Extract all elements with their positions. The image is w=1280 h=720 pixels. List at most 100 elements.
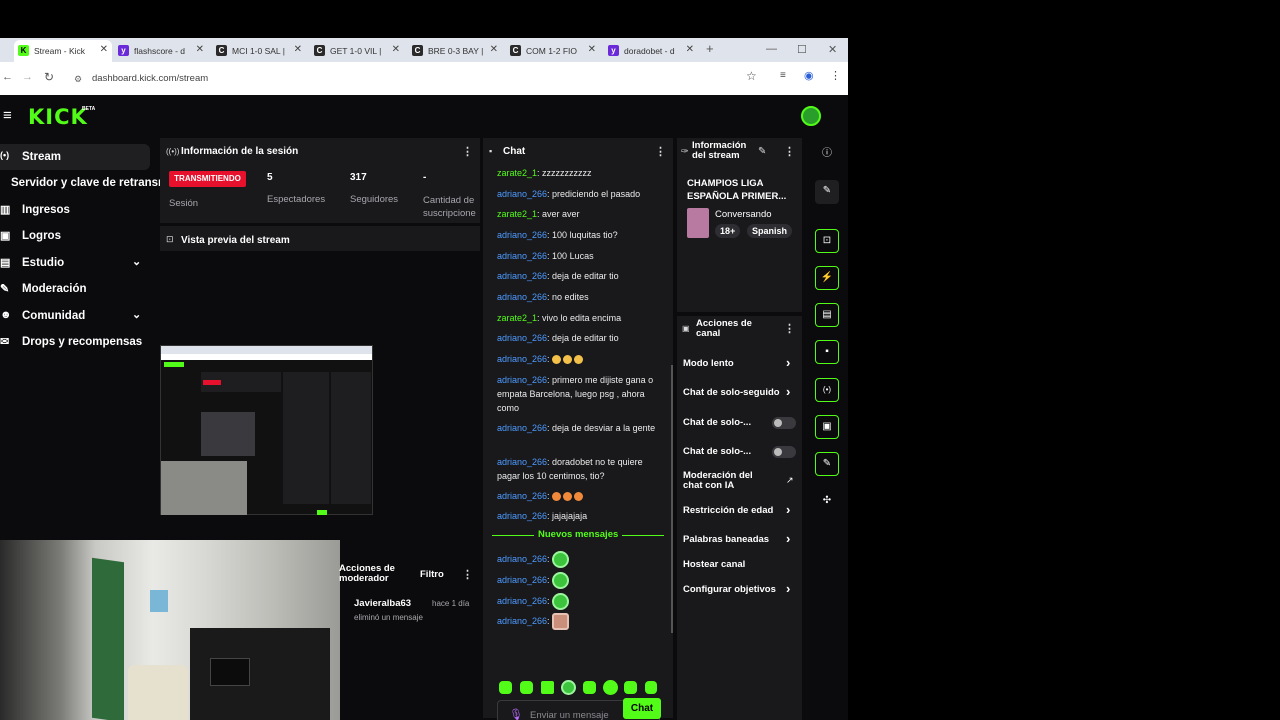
- chat-toggle-icon[interactable]: ▪: [815, 340, 839, 364]
- sidebar-item-stream[interactable]: (•) Stream: [0, 144, 150, 170]
- mod-menu-icon[interactable]: ⋮: [462, 568, 473, 581]
- external-link-icon[interactable]: ↗: [786, 475, 794, 486]
- emote-icon[interactable]: [561, 680, 576, 695]
- sidebar-item-estudio[interactable]: ▤ Estudio ⌄: [0, 250, 150, 276]
- action-set-goals[interactable]: Configurar objetivos: [683, 584, 776, 595]
- tab-mci-sal[interactable]: C MCI 1-0 SAL | ✕: [212, 40, 306, 62]
- tab-get-vil[interactable]: C GET 1-0 VIL | ✕: [310, 40, 404, 62]
- chat-username[interactable]: adriano_266: [497, 554, 547, 564]
- more-widgets-icon[interactable]: ✣: [815, 490, 839, 514]
- chat-username[interactable]: adriano_266: [497, 375, 547, 385]
- sidebar-item-ingresos[interactable]: ▥ Ingresos: [0, 197, 150, 223]
- session-menu-icon[interactable]: ⋮: [462, 145, 473, 158]
- tab-bre-bay[interactable]: C BRE 0-3 BAY | ✕: [408, 40, 502, 62]
- back-icon[interactable]: ←: [2, 71, 13, 83]
- close-tab-icon[interactable]: ✕: [686, 44, 694, 55]
- chat-input-placeholder[interactable]: Enviar un mensaje: [530, 710, 609, 720]
- chat-username[interactable]: adriano_266: [497, 511, 547, 521]
- chat-username[interactable]: adriano_266: [497, 354, 547, 364]
- action-followers-only[interactable]: Chat de solo-seguido: [683, 387, 780, 398]
- tab-flashscore[interactable]: y flashscore - d ✕: [114, 40, 208, 62]
- emote-icon[interactable]: [520, 681, 533, 694]
- maximize-icon[interactable]: ☐: [797, 43, 807, 56]
- chat-username[interactable]: adriano_266: [497, 596, 547, 606]
- emote-icon[interactable]: [541, 681, 554, 694]
- channel-actions-menu-icon[interactable]: ⋮: [784, 322, 795, 335]
- chat-username[interactable]: adriano_266: [497, 230, 547, 240]
- close-tab-icon[interactable]: ✕: [196, 44, 204, 55]
- category-thumbnail[interactable]: [687, 208, 709, 238]
- mod-actions-toggle-icon[interactable]: ▣: [815, 415, 839, 439]
- chat-username[interactable]: adriano_266: [497, 271, 547, 281]
- tag-18plus[interactable]: 18+: [715, 224, 741, 238]
- url-field[interactable]: ⚙ dashboard.kick.com/stream: [68, 68, 808, 90]
- chat-username[interactable]: adriano_266: [497, 423, 547, 433]
- minimize-icon[interactable]: —: [766, 43, 777, 55]
- chevron-right-icon[interactable]: ›: [786, 531, 790, 546]
- close-tab-icon[interactable]: ✕: [294, 44, 302, 55]
- chat-username[interactable]: adriano_266: [497, 333, 547, 343]
- close-tab-icon[interactable]: ✕: [392, 44, 400, 55]
- new-tab-button[interactable]: +: [706, 41, 714, 56]
- emote-icon[interactable]: [645, 681, 657, 694]
- action-banned-words[interactable]: Palabras baneadas: [683, 534, 769, 545]
- close-window-icon[interactable]: ✕: [828, 43, 837, 56]
- emote-icon[interactable]: [499, 681, 512, 694]
- emote-only-toggle[interactable]: [772, 446, 796, 458]
- chat-username[interactable]: adriano_266: [497, 457, 547, 467]
- chat-username[interactable]: zarate2_1: [497, 313, 537, 323]
- wrench-icon[interactable]: ✎: [815, 452, 839, 476]
- chat-scrollbar[interactable]: [671, 365, 673, 633]
- chevron-right-icon[interactable]: ›: [786, 355, 790, 370]
- subs-only-toggle[interactable]: [772, 417, 796, 429]
- sidebar-item-moderacion[interactable]: ✎ Moderación: [0, 276, 150, 302]
- broadcast-toggle-icon[interactable]: (•): [815, 378, 839, 402]
- lightning-icon[interactable]: ⚡: [815, 266, 839, 290]
- emote-icon[interactable]: [624, 681, 637, 694]
- menu-kebab-icon[interactable]: ⋮: [830, 69, 841, 82]
- tab-stream-kick[interactable]: K Stream - Kick ✕: [14, 40, 112, 62]
- tab-doradobet[interactable]: y doradobet - d ✕: [604, 40, 698, 62]
- chat-username[interactable]: adriano_266: [497, 251, 547, 261]
- stream-info-menu-icon[interactable]: ⋮: [784, 145, 795, 158]
- chat-username[interactable]: adriano_266: [497, 616, 547, 626]
- sidebar-item-drops[interactable]: ✉ Drops y recompensas: [0, 329, 150, 355]
- reload-icon[interactable]: ↻: [44, 70, 54, 84]
- action-ai-moderation[interactable]: Moderación del chat con IA: [683, 471, 773, 491]
- emote-icon[interactable]: [603, 680, 618, 695]
- tab-search-icon[interactable]: ≡: [780, 70, 786, 81]
- stream-preview-video[interactable]: [160, 345, 373, 515]
- emote-icon[interactable]: [583, 681, 596, 694]
- action-age-restriction[interactable]: Restricción de edad: [683, 505, 773, 516]
- sidebar-item-logros[interactable]: ▣ Logros: [0, 223, 150, 249]
- chat-username[interactable]: adriano_266: [497, 189, 547, 199]
- close-tab-icon[interactable]: ✕: [588, 44, 596, 55]
- new-messages-label[interactable]: Nuevos mensajes: [538, 529, 618, 540]
- tab-com-fio[interactable]: C COM 1-2 FIO ✕: [506, 40, 600, 62]
- chevron-down-icon[interactable]: ⌄: [132, 255, 141, 268]
- chat-username[interactable]: adriano_266: [497, 575, 547, 585]
- edit-icon[interactable]: ✎: [815, 180, 839, 204]
- chat-username[interactable]: zarate2_1: [497, 209, 537, 219]
- edit-pencil-icon[interactable]: ✎: [758, 146, 766, 157]
- sidebar-item-comunidad[interactable]: ☻ Comunidad ⌄: [0, 303, 150, 329]
- profile-icon[interactable]: ◉: [804, 69, 814, 82]
- user-avatar[interactable]: [801, 106, 821, 126]
- notes-icon[interactable]: ▤: [815, 303, 839, 327]
- info-icon[interactable]: ⓘ: [815, 143, 839, 167]
- action-subs-only[interactable]: Chat de solo-...: [683, 417, 751, 428]
- tag-language[interactable]: Spanish: [747, 224, 793, 238]
- chevron-right-icon[interactable]: ›: [786, 384, 790, 399]
- site-info-icon[interactable]: ⚙: [74, 68, 82, 90]
- chat-username[interactable]: adriano_266: [497, 491, 547, 501]
- chevron-down-icon[interactable]: ⌄: [132, 308, 141, 321]
- mod-log-user[interactable]: Javieralba63: [354, 598, 411, 609]
- bookmark-star-icon[interactable]: ☆: [746, 69, 757, 83]
- chat-username[interactable]: adriano_266: [497, 292, 547, 302]
- close-tab-icon[interactable]: ✕: [100, 44, 108, 55]
- action-slow-mode[interactable]: Modo lento: [683, 358, 734, 369]
- chevron-right-icon[interactable]: ›: [786, 502, 790, 517]
- action-host-channel[interactable]: Hostear canal: [683, 559, 745, 570]
- send-chat-button[interactable]: Chat: [623, 698, 661, 719]
- hamburger-menu-icon[interactable]: ≡: [3, 107, 12, 124]
